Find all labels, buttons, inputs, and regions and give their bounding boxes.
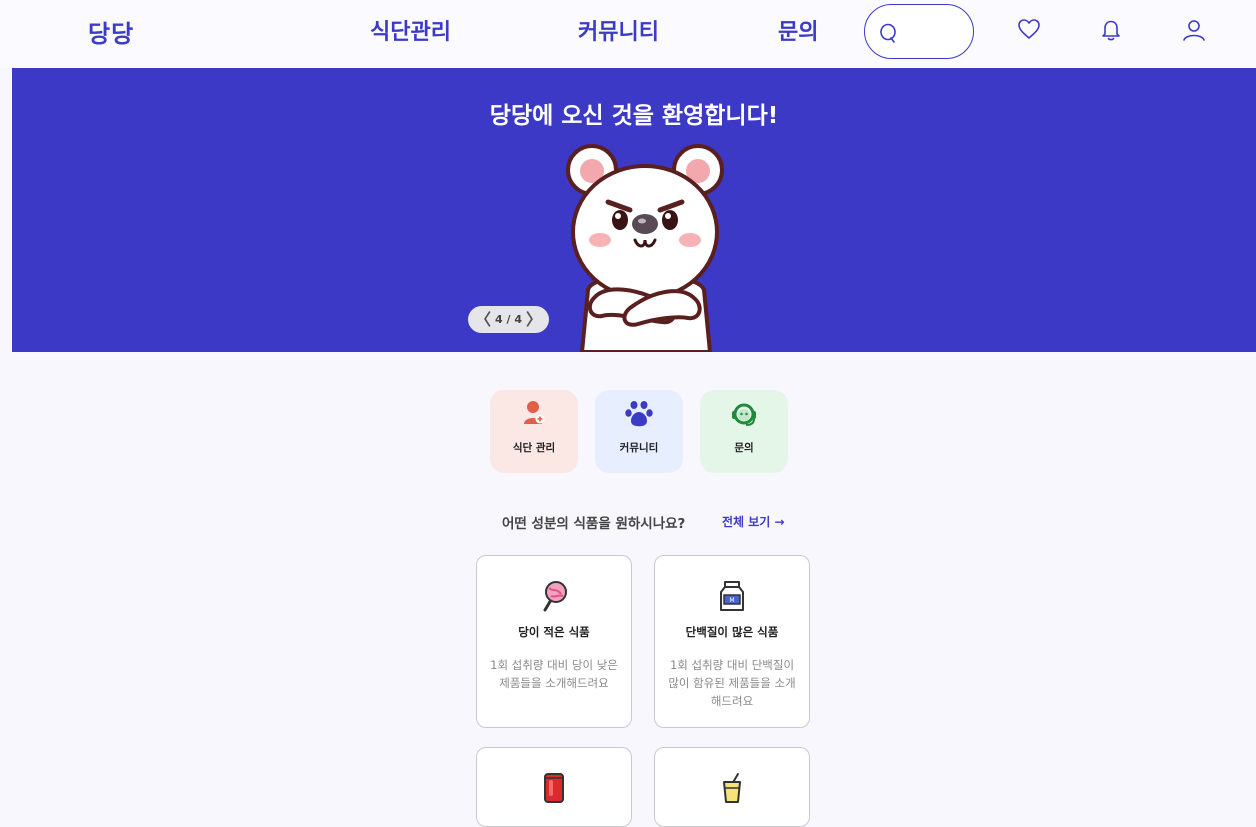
hero-banner[interactable]: 당당에 오신 것을 환영합니다! 〈 4 / 4 〉 [12, 68, 1256, 352]
quick-community[interactable]: 커뮤니티 [595, 390, 683, 473]
card-item[interactable] [476, 747, 632, 827]
card-low-sugar[interactable]: 당이 적은 식품 1회 섭취량 대비 당이 낮은 제품들을 소개해드려요 [476, 555, 632, 728]
chevron-right-icon[interactable]: 〉 [526, 311, 542, 328]
nav-inquiry[interactable]: 문의 [778, 14, 818, 46]
quick-label: 문의 [734, 442, 754, 454]
quick-label: 식단 관리 [512, 442, 556, 454]
quick-diet-management[interactable]: 식단 관리 [490, 390, 578, 473]
search-icon [879, 23, 897, 47]
nav-community[interactable]: 커뮤니티 [578, 14, 659, 46]
card-item[interactable] [654, 747, 810, 827]
card-high-protein[interactable]: M 단백질이 많은 식품 1회 섭취량 대비 단백질이 많이 함유된 제품들을 … [654, 555, 810, 728]
nav-diet-management[interactable]: 식단관리 [370, 14, 451, 46]
card-description: 1회 섭취량 대비 단백질이 많이 함유된 제품들을 소개해드려요 [668, 658, 796, 708]
card-title: 단백질이 많은 식품 [685, 625, 779, 639]
top-header: 당당 식단관리 커뮤니티 문의 [0, 0, 1256, 68]
view-all-link[interactable]: 전체 보기 → [722, 513, 785, 530]
drink-cup-icon [723, 773, 741, 803]
paw-icon [625, 401, 653, 427]
lollipop-icon [543, 581, 567, 612]
user-icon[interactable] [1182, 18, 1206, 46]
support-headset-icon [732, 403, 756, 426]
bell-icon[interactable] [1100, 18, 1122, 46]
svg-text:M: M [729, 597, 734, 604]
search-box[interactable] [864, 4, 974, 59]
soda-can-icon [544, 773, 564, 803]
chevron-left-icon[interactable]: 〈 [475, 311, 491, 328]
heart-icon[interactable] [1017, 18, 1041, 44]
card-description: 1회 섭취량 대비 당이 낮은 제품들을 소개해드려요 [490, 658, 618, 690]
banner-pager: 〈 4 / 4 〉 [468, 306, 549, 333]
section-title: 어떤 성분의 식품을 원하시나요? [502, 516, 686, 532]
user-plus-icon [524, 401, 545, 424]
card-title: 당이 적은 식품 [518, 625, 590, 639]
logo[interactable]: 당당 [88, 14, 134, 49]
banner-title: 당당에 오신 것을 환영합니다! [489, 103, 779, 129]
milk-carton-icon: M [720, 581, 744, 611]
quick-label: 커뮤니티 [619, 442, 659, 454]
quick-inquiry[interactable]: 문의 [700, 390, 788, 473]
polar-bear-mascot [566, 144, 724, 352]
page-indicator: 4 / 4 [495, 313, 522, 326]
